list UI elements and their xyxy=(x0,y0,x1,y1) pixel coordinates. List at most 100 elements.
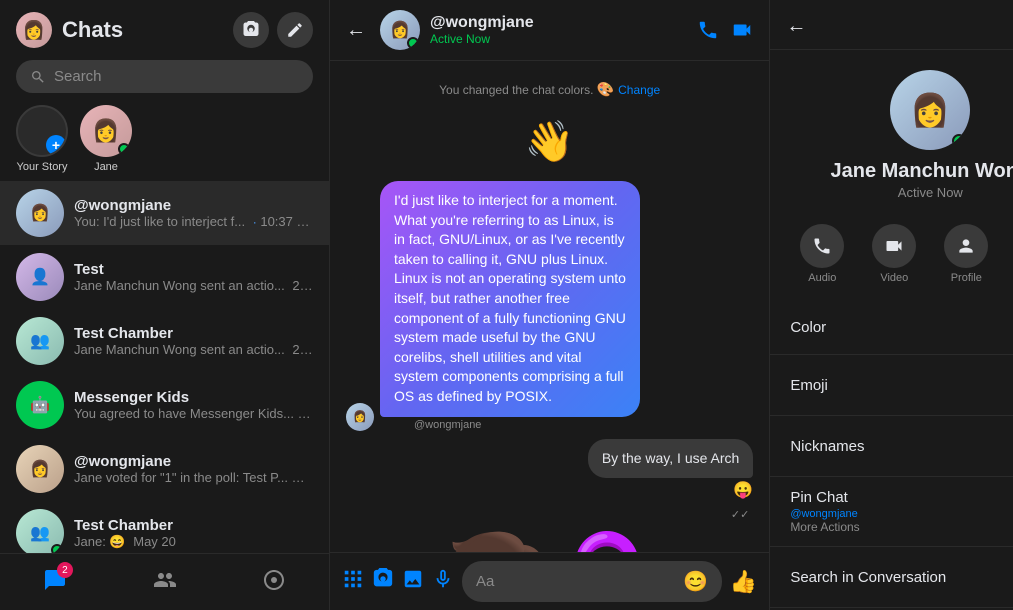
search-bar[interactable] xyxy=(16,60,313,93)
chat-item-kids[interactable]: 🤖 Messenger Kids You agreed to have Mess… xyxy=(0,373,329,437)
chat-info-test: Test Jane Manchun Wong sent an actio... … xyxy=(74,261,313,293)
chat-item-wongmjane[interactable]: 👩 @wongmjane You: I'd just like to inter… xyxy=(0,181,329,245)
emoji-button[interactable]: 😊 xyxy=(683,569,708,594)
menu-item-emoji-title: Emoji xyxy=(790,377,828,394)
msg-avatar-theirs: 👩 xyxy=(346,403,374,431)
audio-icon xyxy=(800,224,844,268)
chat-preview: Jane Manchun Wong sent an actio... 2:54 … xyxy=(74,278,313,293)
nav-story[interactable] xyxy=(219,562,329,598)
chat-info-wongmjane: @wongmjane You: I'd just like to interje… xyxy=(74,197,313,229)
apps-button[interactable] xyxy=(342,568,364,596)
chat-item-testchamber2[interactable]: 👥 Test Chamber Jane: 😄 May 20 xyxy=(0,501,329,553)
jane-story-item[interactable]: 👩 Jane xyxy=(80,105,132,173)
nav-badge: 2 xyxy=(57,562,73,578)
chat-preview: Jane: 😄 May 20 xyxy=(74,534,313,550)
search-input[interactable] xyxy=(54,68,299,85)
menu-item-pin-left: Pin Chat @wongmjane More Actions xyxy=(790,489,859,534)
chat-avatar-test: 👤 xyxy=(16,253,64,301)
left-header: 👩 Chats xyxy=(0,0,329,56)
camera-button[interactable] xyxy=(233,12,269,48)
message-input-wrap: 😊 xyxy=(462,561,722,602)
menu-item-pin[interactable]: Pin Chat @wongmjane More Actions xyxy=(770,477,1013,547)
nav-people[interactable] xyxy=(110,562,220,598)
camera-input-button[interactable] xyxy=(372,568,394,596)
header-online-dot xyxy=(407,37,419,49)
chat-info-testchamber: Test Chamber Jane Manchun Wong sent an a… xyxy=(74,325,313,357)
add-story-item[interactable]: + Your Story xyxy=(16,105,68,173)
menu-item-emoji[interactable]: Emoji 👍 xyxy=(770,355,1013,416)
chat-item-wongmjane2[interactable]: 👩 @wongmjane Jane voted for "1" in the p… xyxy=(0,437,329,501)
change-link[interactable]: Change xyxy=(618,83,660,97)
audio-action[interactable]: Audio xyxy=(800,224,844,284)
messages-area: You changed the chat colors. 🎨 Change 👋 … xyxy=(330,61,769,552)
message-row-m2: By the way, I use Arch 😛 xyxy=(346,439,753,501)
audio-label: Audio xyxy=(808,272,836,284)
video-icon xyxy=(872,224,916,268)
sticker-display: 🧒‍♀️ xyxy=(440,537,664,552)
voice-call-button[interactable] xyxy=(697,19,719,41)
input-bar: 😊 👍 xyxy=(330,552,769,610)
chat-name: Test Chamber xyxy=(74,517,313,534)
message-status: ✓✓ xyxy=(346,508,749,521)
profile-status: Active Now xyxy=(898,185,963,200)
profile-action-buttons: Audio Video Profile Mute xyxy=(770,216,1013,300)
back-button[interactable]: ← xyxy=(346,19,366,42)
chat-preview: Jane voted for "1" in the poll: Test P..… xyxy=(74,470,313,485)
menu-item-emoji-left: Emoji xyxy=(790,377,828,394)
chat-header: ← 👩 @wongmjane Active Now xyxy=(330,0,769,61)
chat-avatar-testchamber2: 👥 xyxy=(16,509,64,553)
profile-action[interactable]: Profile xyxy=(944,224,988,284)
system-message: You changed the chat colors. 🎨 Change xyxy=(346,81,753,98)
chat-avatar-wongmjane: 👩 xyxy=(16,189,64,237)
header-actions xyxy=(233,12,313,48)
compose-button[interactable] xyxy=(277,12,313,48)
nav-chats[interactable]: 2 xyxy=(0,562,110,598)
menu-item-search[interactable]: Search in Conversation xyxy=(770,547,1013,608)
chat-name: Test xyxy=(74,261,313,278)
menu-item-nicknames[interactable]: Nicknames xyxy=(770,416,1013,477)
menu-item-search-left: Search in Conversation xyxy=(790,569,946,586)
app-title: Chats xyxy=(62,17,123,43)
message-input[interactable] xyxy=(476,573,675,590)
right-back-button[interactable]: ← xyxy=(786,15,806,38)
message-row-m1: 👩 I'd just like to interject for a momen… xyxy=(346,181,753,431)
video-action[interactable]: Video xyxy=(872,224,916,284)
chat-name: Messenger Kids xyxy=(74,389,313,406)
like-button[interactable]: 👍 xyxy=(730,569,757,595)
chat-item-test[interactable]: 👤 Test Jane Manchun Wong sent an actio..… xyxy=(0,245,329,309)
chat-name: @wongmjane xyxy=(74,197,313,214)
sender-tag-m1: @wongmjane xyxy=(380,419,640,431)
menu-item-pin-title: Pin Chat xyxy=(790,489,859,506)
mic-button[interactable] xyxy=(432,568,454,596)
chat-header-name: @wongmjane xyxy=(430,14,687,32)
bottom-nav: 2 xyxy=(0,553,329,610)
story-row: + Your Story 👩 Jane xyxy=(0,101,329,181)
chat-info-kids: Messenger Kids You agreed to have Messen… xyxy=(74,389,313,421)
menu-item-pin-sub: @wongmjane More Actions xyxy=(790,506,859,534)
chat-info-testchamber2: Test Chamber Jane: 😄 May 20 xyxy=(74,517,313,550)
chat-name: @wongmjane xyxy=(74,453,313,470)
jane-story-avatar: 👩 xyxy=(80,105,132,157)
gallery-button[interactable] xyxy=(402,568,424,596)
chat-preview: Jane Manchun Wong sent an actio... 2:53 … xyxy=(74,342,313,357)
menu-item-color[interactable]: Color xyxy=(770,300,1013,355)
menu-item-search-title: Search in Conversation xyxy=(790,569,946,586)
user-avatar[interactable]: 👩 xyxy=(16,12,52,48)
chat-avatar-kids: 🤖 xyxy=(16,381,64,429)
jane-story-label: Jane xyxy=(94,161,118,173)
wave-emoji: 👋 xyxy=(346,118,753,165)
chat-avatar-wongmjane2: 👩 xyxy=(16,445,64,493)
search-icon xyxy=(30,69,46,85)
bubble-m1: I'd just like to interject for a moment.… xyxy=(380,181,640,417)
chat-item-testchamber[interactable]: 👥 Test Chamber Jane Manchun Wong sent an… xyxy=(0,309,329,373)
chat-header-status: Active Now xyxy=(430,32,687,46)
add-story-icon: + xyxy=(46,135,66,155)
middle-panel: ← 👩 @wongmjane Active Now You changed th… xyxy=(330,0,770,610)
chat-avatar-testchamber: 👥 xyxy=(16,317,64,365)
menu-list: Color Emoji 👍 Nicknames Pin Chat xyxy=(770,300,1013,610)
profile-online-dot xyxy=(952,134,966,148)
video-call-button[interactable] xyxy=(731,19,753,41)
header-actions xyxy=(697,19,753,41)
sticker-row: 📷 🧒‍♀️ ✓✓ xyxy=(346,537,753,552)
right-panel: ← ⋮ 👩 Jane Manchun Wong Active Now Audio… xyxy=(770,0,1013,610)
